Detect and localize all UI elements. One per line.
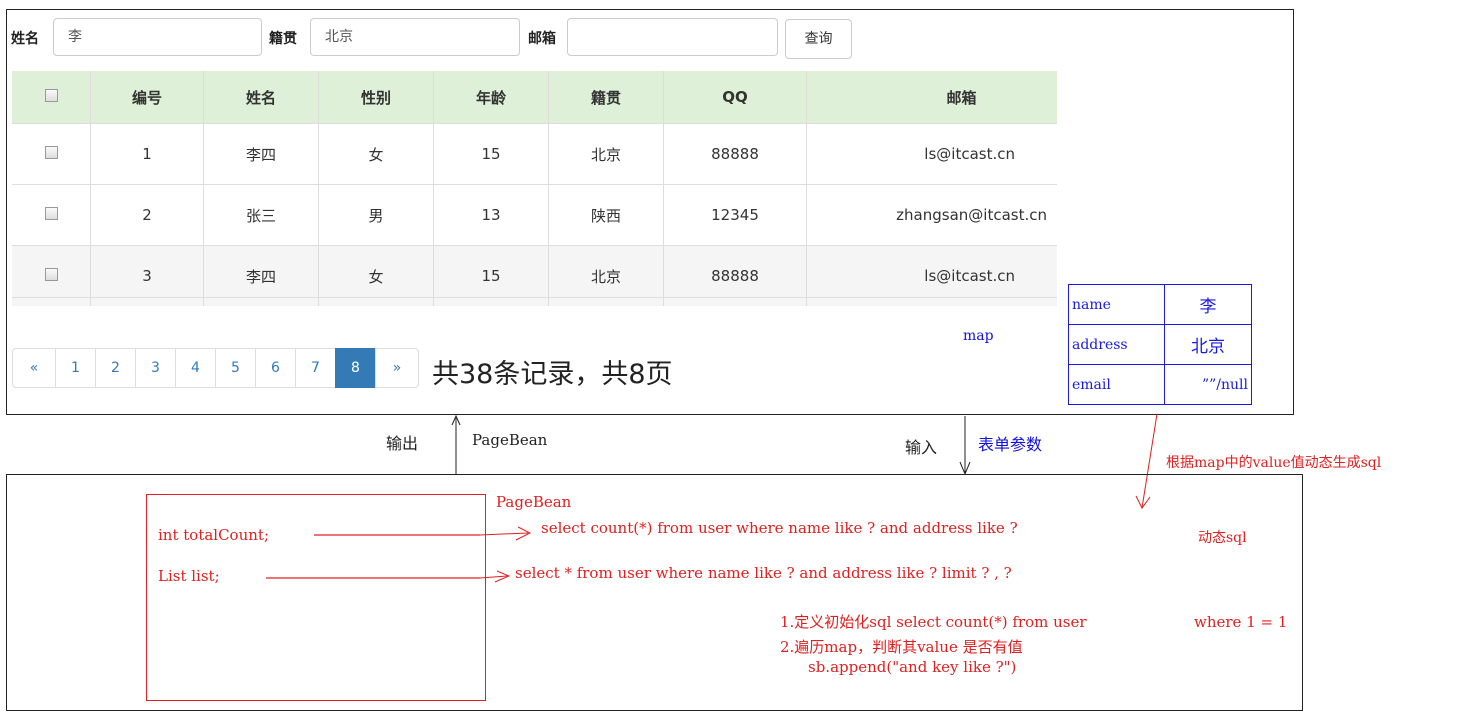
step-1: 1.定义初始化sql select count(*) from user xyxy=(780,613,1087,631)
pagebean-title: PageBean xyxy=(496,493,572,511)
step-3: sb.append("and key like ?") xyxy=(808,658,1017,676)
field-list: List list; xyxy=(158,567,220,585)
dynamic-sql-label: 动态sql xyxy=(1198,530,1247,546)
sql-count: select count(*) from user where name lik… xyxy=(541,519,1018,537)
step-2: 2.遍历map，判断其value 是否有值 xyxy=(780,638,1023,656)
sql-list: select * from user where name like ? and… xyxy=(515,564,1012,582)
step-1-where: where 1 = 1 xyxy=(1194,613,1288,631)
field-total-count: int totalCount; xyxy=(158,526,269,544)
